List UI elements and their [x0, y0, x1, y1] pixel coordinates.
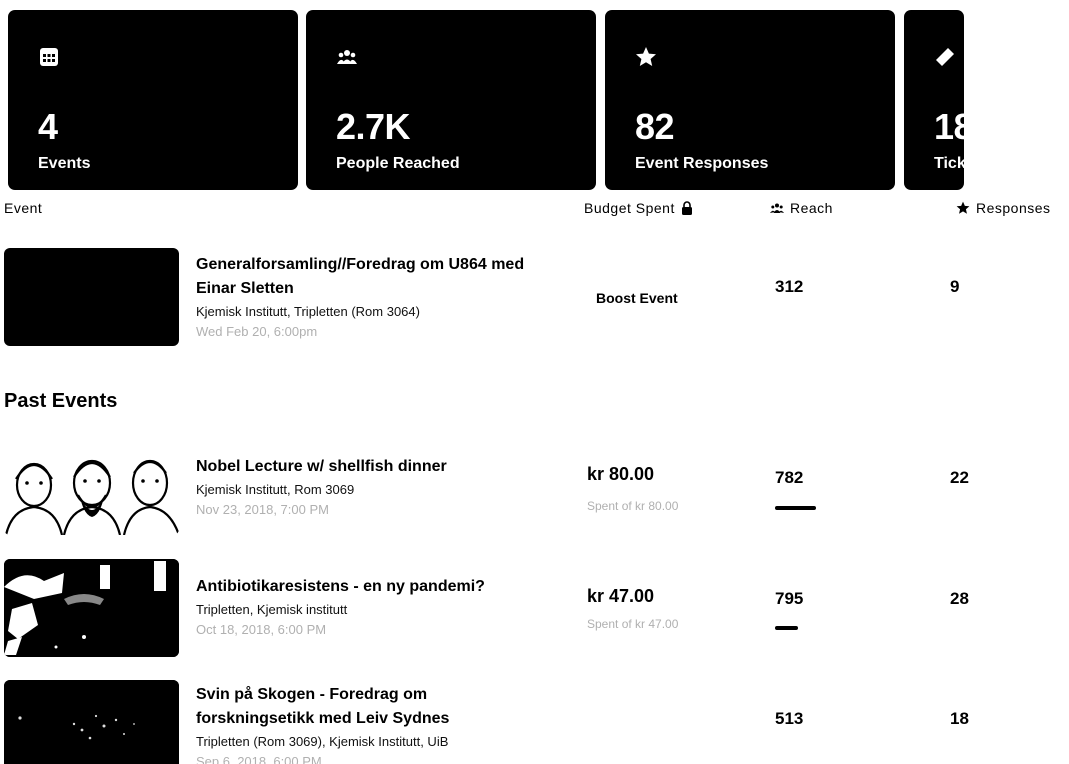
reach-value: 782 — [775, 468, 804, 487]
responses-value: 9 — [950, 277, 960, 296]
budget-spent-subtext: Spent of kr 47.00 — [587, 617, 679, 631]
stat-value: 82 — [635, 106, 675, 147]
event-title[interactable]: Antibiotikaresistens - en ny pandemi? — [196, 575, 556, 599]
reach-progress-bar — [775, 626, 798, 630]
stat-card-events: 4 Events — [8, 10, 298, 190]
budget-spent-value: kr 80.00 — [587, 464, 655, 484]
budget-spent-subtext: Spent of kr 80.00 — [587, 499, 679, 513]
ticket-icon — [936, 48, 954, 66]
column-header-label: Event — [4, 200, 43, 216]
stat-card-people-reached: 2.7K People Reached — [306, 10, 596, 190]
past-events-heading: Past Events — [4, 390, 118, 412]
reach-progress-bar — [775, 506, 816, 510]
people-icon — [770, 203, 784, 213]
budget-spent-value: kr 47.00 — [587, 586, 655, 606]
column-header-event: Event — [4, 200, 42, 216]
responses-value: 28 — [950, 589, 969, 608]
nobel-laureates-image — [4, 437, 179, 535]
event-location: Tripletten (Rom 3069), Kjemisk Institutt… — [196, 734, 449, 749]
column-header-label: Reach — [790, 200, 833, 216]
stat-label: Tickets — [934, 155, 964, 172]
reach-value: 312 — [775, 277, 804, 296]
event-title[interactable]: Svin på Skogen - Foredrag om forskningse… — [196, 683, 536, 731]
stat-label: Events — [38, 155, 91, 172]
stat-value: 2.7K — [336, 106, 411, 147]
column-header-label: Budget Spent — [584, 200, 675, 216]
event-location: Kjemisk Institutt, Rom 3069 — [196, 482, 355, 497]
event-title[interactable]: Nobel Lecture w/ shellfish dinner — [196, 455, 556, 479]
event-title[interactable]: Generalforsamling//Foredrag om U864 med … — [196, 253, 546, 301]
lock-icon — [681, 200, 692, 215]
calendar-icon — [40, 48, 58, 66]
column-header-label: Responses — [976, 200, 1051, 216]
event-thumbnail[interactable] — [4, 680, 179, 764]
event-date: Oct 18, 2018, 6:00 PM — [196, 622, 327, 637]
event-thumbnail[interactable] — [4, 248, 179, 346]
event-location: Tripletten, Kjemisk institutt — [196, 602, 348, 617]
event-photo-image — [4, 680, 179, 764]
star-icon — [956, 201, 970, 214]
responses-value: 18 — [950, 709, 969, 728]
event-date: Wed Feb 20, 6:00pm — [196, 324, 318, 339]
stat-value: 4 — [38, 106, 58, 147]
stat-card-event-responses: 82 Event Responses — [605, 10, 895, 190]
column-header-responses: Responses — [956, 200, 1051, 216]
stat-label: Event Responses — [635, 155, 769, 172]
column-header-budget: Budget Spent — [584, 200, 693, 216]
event-photo-image — [4, 559, 179, 657]
stat-label: People Reached — [336, 155, 460, 172]
reach-value: 513 — [775, 709, 804, 728]
people-icon — [337, 50, 357, 64]
event-date: Nov 23, 2018, 7:00 PM — [196, 502, 329, 517]
stat-card-tickets: 18 Tickets — [904, 10, 964, 190]
event-thumbnail[interactable] — [4, 437, 179, 535]
responses-value: 22 — [950, 468, 969, 487]
boost-event-button[interactable]: Boost Event — [596, 290, 678, 306]
event-date: Sep 6, 2018, 6:00 PM — [196, 754, 322, 764]
event-location: Kjemisk Institutt, Tripletten (Rom 3064) — [196, 304, 420, 319]
stat-value: 18 — [934, 106, 964, 147]
star-icon — [636, 47, 656, 66]
event-thumbnail[interactable] — [4, 559, 179, 657]
column-header-reach: Reach — [770, 200, 833, 216]
reach-value: 795 — [775, 589, 804, 608]
